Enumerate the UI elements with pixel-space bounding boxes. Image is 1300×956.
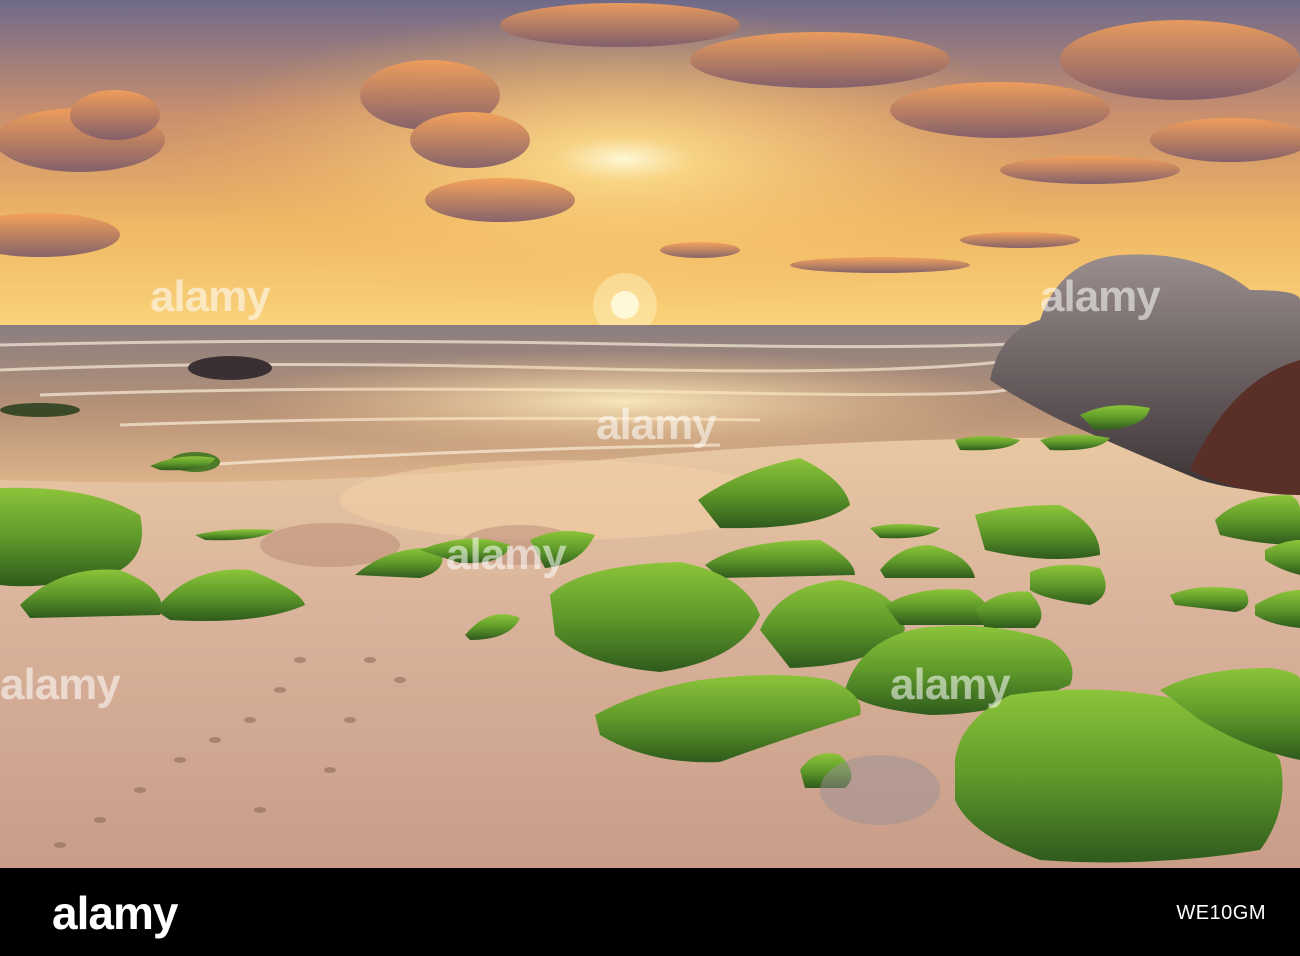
stock-photo-frame: alamy alamy alamy alamy alamy alamy alam… — [0, 0, 1300, 956]
alamy-logo: alamy — [52, 887, 178, 939]
tide-pool — [820, 755, 940, 825]
sea-rock — [188, 356, 272, 380]
image-id: WE10GM — [1176, 902, 1266, 924]
footer-bar: alamy WE10GM — [0, 868, 1300, 956]
beach-sunset-photo — [0, 0, 1300, 868]
